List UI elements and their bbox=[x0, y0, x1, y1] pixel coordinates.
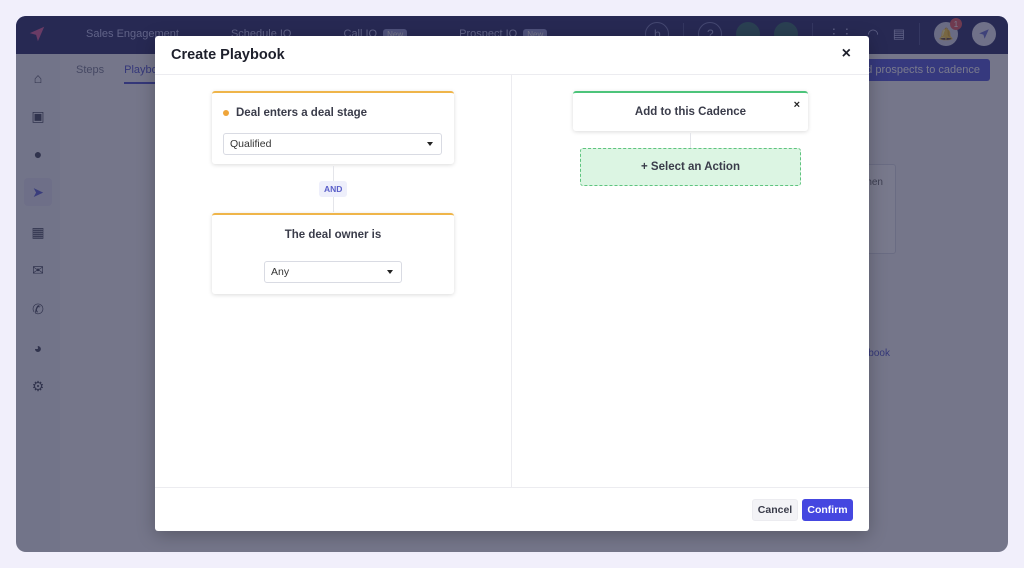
connector-line bbox=[690, 133, 691, 148]
close-icon[interactable]: × bbox=[842, 45, 851, 63]
deal-stage-select[interactable]: Qualified bbox=[223, 133, 442, 155]
close-icon[interactable]: × bbox=[794, 99, 800, 111]
add-to-cadence-card[interactable]: Add to this Cadence × bbox=[573, 91, 808, 131]
modal-body: Deal enters a deal stage Qualified AND T… bbox=[155, 75, 869, 487]
deal-owner-value: Any bbox=[271, 266, 290, 278]
cancel-button[interactable]: Cancel bbox=[752, 499, 798, 521]
action-column: Add to this Cadence × + Select an Action bbox=[512, 75, 869, 487]
cadence-title: Add to this Cadence bbox=[634, 106, 747, 118]
trigger-column: Deal enters a deal stage Qualified AND T… bbox=[155, 75, 512, 487]
condition-title: The deal owner is bbox=[284, 229, 382, 241]
deal-stage-value: Qualified bbox=[230, 138, 272, 150]
select-action-button[interactable]: + Select an Action bbox=[580, 148, 801, 186]
condition-card: The deal owner is Any bbox=[212, 213, 454, 294]
trigger-title-text: Deal enters a deal stage bbox=[236, 107, 368, 119]
deal-owner-select[interactable]: Any bbox=[264, 261, 402, 283]
confirm-button[interactable]: Confirm bbox=[802, 499, 853, 521]
modal-footer: Cancel Confirm bbox=[155, 487, 869, 531]
trigger-title: Deal enters a deal stage bbox=[223, 107, 367, 119]
modal-header: Create Playbook × bbox=[155, 36, 869, 75]
modal-title: Create Playbook bbox=[171, 47, 285, 63]
create-playbook-modal: Create Playbook × Deal enters a deal sta… bbox=[155, 36, 869, 531]
caret-down-icon bbox=[387, 270, 393, 274]
caret-down-icon bbox=[427, 142, 433, 146]
status-dot-icon bbox=[223, 110, 229, 116]
and-connector-badge: AND bbox=[319, 181, 348, 197]
trigger-card: Deal enters a deal stage Qualified bbox=[212, 91, 454, 164]
